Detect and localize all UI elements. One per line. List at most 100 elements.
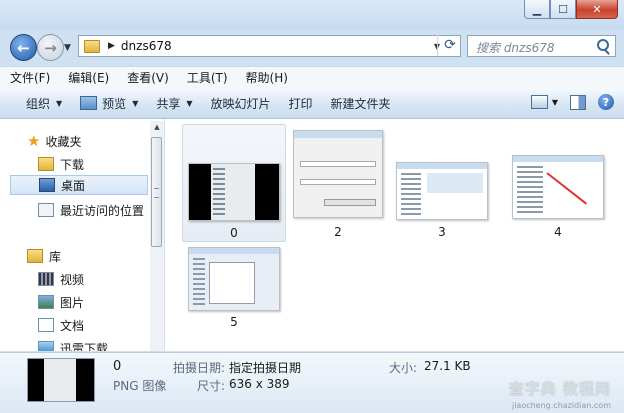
- nav-libraries[interactable]: 库: [27, 246, 61, 266]
- maximize-button[interactable]: ☐: [550, 0, 576, 19]
- close-button[interactable]: ✕: [576, 0, 618, 19]
- chevron-down-icon: ▼: [551, 97, 558, 107]
- back-button[interactable]: ←: [10, 34, 37, 61]
- scroll-thumb[interactable]: [151, 137, 162, 247]
- refresh-icon[interactable]: ⟳: [437, 34, 462, 56]
- nav-label: 图片: [60, 295, 85, 310]
- thumbnail-titlebar: [513, 156, 603, 162]
- preview-pane-icon[interactable]: [570, 94, 586, 110]
- change-view-button[interactable]: ▼: [530, 95, 558, 109]
- title-bar: ▁ ☐ ✕: [0, 0, 624, 30]
- nav-scrollbar[interactable]: ▲: [150, 121, 164, 351]
- thumbnail-titlebar: [189, 248, 279, 254]
- nav-label: 最近访问的位置: [60, 203, 145, 218]
- menu-tools[interactable]: 工具(T): [177, 69, 236, 86]
- thumbnail-dialog: [209, 262, 255, 304]
- nav-documents[interactable]: 文档: [38, 315, 84, 335]
- thumbnail-lines: [213, 168, 225, 216]
- menu-help[interactable]: 帮助(H): [236, 69, 296, 86]
- preview-button[interactable]: 预览 ▼: [71, 88, 147, 118]
- nav-label: 视频: [60, 272, 85, 287]
- thumbnail-lines: [401, 173, 421, 215]
- site-watermark: 查字典 教程网 jiaocheng.chazidian.com: [493, 378, 617, 412]
- thumbnail-panel: [427, 173, 483, 193]
- nav-label: 文档: [60, 318, 85, 333]
- thumbnail-red-line: [546, 172, 588, 205]
- chevron-down-icon: ▼: [132, 98, 139, 108]
- grip-icon: [154, 188, 159, 198]
- thumbnail-button: [324, 199, 376, 206]
- breadcrumb-arrow-icon[interactable]: ▶: [108, 41, 115, 51]
- nav-desktop[interactable]: 桌面: [10, 175, 148, 195]
- watermark-title: 查字典 教程网: [508, 380, 611, 398]
- view-controls: ▼ ?: [530, 94, 614, 110]
- nav-recent[interactable]: 最近访问的位置: [38, 200, 144, 220]
- date-taken-value[interactable]: 指定拍摄日期: [229, 359, 301, 376]
- file-name: 5: [230, 315, 238, 329]
- thumbnail-field: [300, 179, 376, 185]
- menu-file[interactable]: 文件(F): [0, 69, 58, 86]
- view-icon: [530, 95, 548, 109]
- preview-label: 预览: [102, 96, 127, 111]
- nav-label: 收藏夹: [45, 134, 82, 149]
- file-name: 2: [334, 225, 342, 239]
- thumbnail-lines: [517, 166, 543, 214]
- file-thumbnail: [188, 163, 280, 221]
- new-folder-button[interactable]: 新建文件夹: [322, 88, 400, 118]
- nav-downloads[interactable]: 下载: [38, 154, 84, 174]
- chevron-down-icon: ▼: [186, 98, 193, 108]
- forward-button[interactable]: →: [37, 34, 64, 61]
- file-thumbnail: [512, 155, 604, 219]
- menu-bar: 文件(F) 编辑(E) 查看(V) 工具(T) 帮助(H): [0, 66, 624, 88]
- nav-label: 桌面: [61, 178, 86, 193]
- recent-pages-dropdown[interactable]: ▼: [64, 43, 71, 53]
- recent-places-icon: [38, 203, 54, 217]
- file-name: 4: [554, 225, 562, 239]
- file-name: 3: [438, 225, 446, 239]
- address-bar[interactable]: ▶ dnzs678 ▼: [78, 35, 461, 57]
- search-icon[interactable]: [597, 39, 609, 51]
- slideshow-button[interactable]: 放映幻灯片: [202, 88, 280, 118]
- file-item[interactable]: 4: [506, 124, 610, 242]
- share-button[interactable]: 共享 ▼: [147, 88, 201, 118]
- nav-favorites[interactable]: ★ 收藏夹: [27, 131, 81, 151]
- help-icon[interactable]: ?: [598, 94, 614, 110]
- menu-edit[interactable]: 编辑(E): [58, 69, 117, 86]
- thumbnail-titlebar: [397, 163, 487, 169]
- file-thumbnail: [396, 162, 488, 220]
- nav-videos[interactable]: 视频: [38, 269, 84, 289]
- organize-button[interactable]: 组织 ▼: [0, 88, 71, 118]
- minimize-button[interactable]: ▁: [524, 0, 550, 19]
- navigation-pane: ★ 收藏夹 下载 桌面 最近访问的位置 库 视频 图片 文档 迅雷下载 ▲: [0, 119, 165, 351]
- chevron-down-icon: ▼: [56, 98, 63, 108]
- window-controls: ▁ ☐ ✕: [524, 0, 618, 19]
- dimensions-label: 尺寸:: [197, 379, 226, 393]
- date-taken-label: 拍摄日期:: [173, 361, 226, 375]
- file-item[interactable]: 5: [182, 239, 286, 357]
- xunlei-icon: [38, 341, 54, 351]
- picture-icon: [38, 295, 54, 309]
- details-filetype: PNG 图像: [113, 379, 167, 393]
- file-thumbnail: [188, 247, 280, 311]
- scroll-up-icon[interactable]: ▲: [152, 123, 162, 131]
- menu-view[interactable]: 查看(V): [117, 69, 177, 86]
- downloads-folder-icon: [38, 157, 54, 171]
- file-item[interactable]: 0: [182, 124, 286, 242]
- file-item[interactable]: 3: [390, 124, 494, 242]
- file-item[interactable]: 2: [286, 124, 390, 242]
- size-value: 27.1 KB: [424, 359, 471, 373]
- address-row: ← → ▼ ▶ dnzs678 ▼ ⟳ 搜索 dnzs678: [0, 30, 624, 62]
- new-folder-label: 新建文件夹: [330, 96, 391, 111]
- library-icon: [27, 249, 43, 263]
- breadcrumb[interactable]: dnzs678: [121, 39, 172, 53]
- nav-label: 下载: [60, 157, 85, 172]
- nav-label: 库: [49, 249, 62, 264]
- folder-icon: [84, 39, 100, 53]
- search-input[interactable]: 搜索 dnzs678: [467, 35, 616, 57]
- print-button[interactable]: 打印: [280, 88, 322, 118]
- nav-pictures[interactable]: 图片: [38, 292, 84, 312]
- dimensions-value: 636 x 389: [229, 377, 290, 391]
- nav-label: 迅雷下载: [60, 341, 109, 352]
- nav-xunlei[interactable]: 迅雷下载: [38, 338, 108, 351]
- size-label: 大小:: [389, 361, 418, 375]
